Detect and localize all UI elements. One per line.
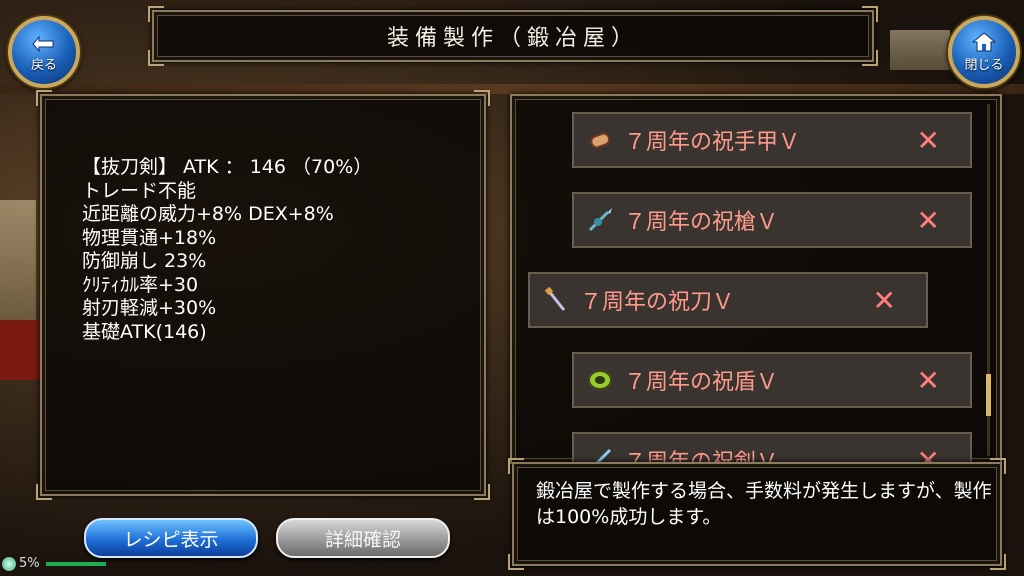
item-detail-panel: 【抜刀剣】 ATK ： 146 （70%） トレード不能 近距離の威力+8% D… bbox=[36, 90, 490, 500]
status-indicator: 5% bbox=[2, 556, 106, 571]
page-title: 装備製作（鍛冶屋） bbox=[386, 26, 639, 51]
unavailable-mark-icon: ✕ bbox=[872, 283, 896, 317]
item-stats: 【抜刀剣】 ATK ： 146 （70%） トレード不能 近距離の威力+8% D… bbox=[82, 156, 372, 344]
recipe-name: ７周年の祝剣Ｖ bbox=[624, 450, 779, 464]
stat-line: ｸﾘﾃｨｶﾙ率+30 bbox=[82, 273, 199, 296]
close-label: 閉じる bbox=[964, 58, 1004, 73]
recipe-name: ７周年の祝盾Ｖ bbox=[624, 370, 779, 395]
spear-icon bbox=[588, 208, 612, 232]
recipe-view-button[interactable]: レシピ表示 bbox=[84, 518, 258, 558]
status-orb-icon bbox=[2, 556, 16, 571]
recipe-name: ７周年の祝刀Ｖ bbox=[580, 290, 735, 315]
unavailable-mark-icon: ✕ bbox=[916, 443, 940, 464]
katana-icon bbox=[544, 286, 566, 311]
gauntlet-icon bbox=[590, 132, 611, 149]
info-message: 鍛冶屋で製作する場合、手数料が発生しますが、製作は100%成功します。 bbox=[536, 480, 992, 528]
info-message-panel: 鍛冶屋で製作する場合、手数料が発生しますが、製作は100%成功します。 bbox=[508, 458, 1006, 570]
unavailable-mark-icon: ✕ bbox=[916, 363, 940, 397]
recipe-item[interactable]: ７周年の祝盾Ｖ ✕ bbox=[572, 352, 972, 408]
return-arrow-icon bbox=[32, 35, 54, 53]
recipe-item[interactable]: ７周年の祝剣Ｖ ✕ bbox=[572, 432, 972, 464]
recipe-list-panel[interactable]: ７周年の祝手甲Ｖ ✕ ７周年の祝槍Ｖ ✕ ７周年の祝刀Ｖ ✕ ７周年の祝盾Ｖ ✕… bbox=[510, 94, 1002, 464]
close-button[interactable]: 閉じる bbox=[948, 16, 1020, 88]
unavailable-mark-icon: ✕ bbox=[916, 123, 940, 157]
title-bar: 装備製作（鍛冶屋） bbox=[148, 6, 878, 66]
stat-line: 【抜刀剣】 ATK ： 146 （70%） bbox=[82, 156, 373, 178]
recipe-item[interactable]: ７周年の祝手甲Ｖ ✕ bbox=[572, 112, 972, 168]
stat-line: 防御崩し 23% bbox=[82, 250, 207, 272]
recipe-item-selected[interactable]: ７周年の祝刀Ｖ ✕ bbox=[528, 272, 928, 328]
stat-line: 近距離の威力+8% DEX+8% bbox=[82, 203, 334, 225]
status-bar bbox=[45, 561, 106, 566]
shield-icon bbox=[588, 370, 612, 390]
recipe-item[interactable]: ７周年の祝槍Ｖ ✕ bbox=[572, 192, 972, 248]
scrollbar-thumb[interactable] bbox=[986, 374, 991, 416]
recipe-name: ７周年の祝手甲Ｖ bbox=[624, 130, 801, 155]
stat-line: 物理貫通+18% bbox=[82, 226, 217, 249]
stat-line: トレード不能 bbox=[82, 179, 197, 202]
home-icon bbox=[971, 32, 997, 52]
stat-line: 射刃軽減+30% bbox=[82, 297, 217, 319]
recipe-name: ７周年の祝槍Ｖ bbox=[624, 210, 779, 235]
unavailable-mark-icon: ✕ bbox=[916, 203, 940, 237]
status-percent: 5% bbox=[19, 556, 40, 571]
back-label: 戻る bbox=[30, 58, 57, 73]
detail-check-button[interactable]: 詳細確認 bbox=[276, 518, 450, 558]
back-button[interactable]: 戻る bbox=[8, 16, 80, 88]
stat-line: 基礎ATK(146) bbox=[82, 320, 207, 343]
